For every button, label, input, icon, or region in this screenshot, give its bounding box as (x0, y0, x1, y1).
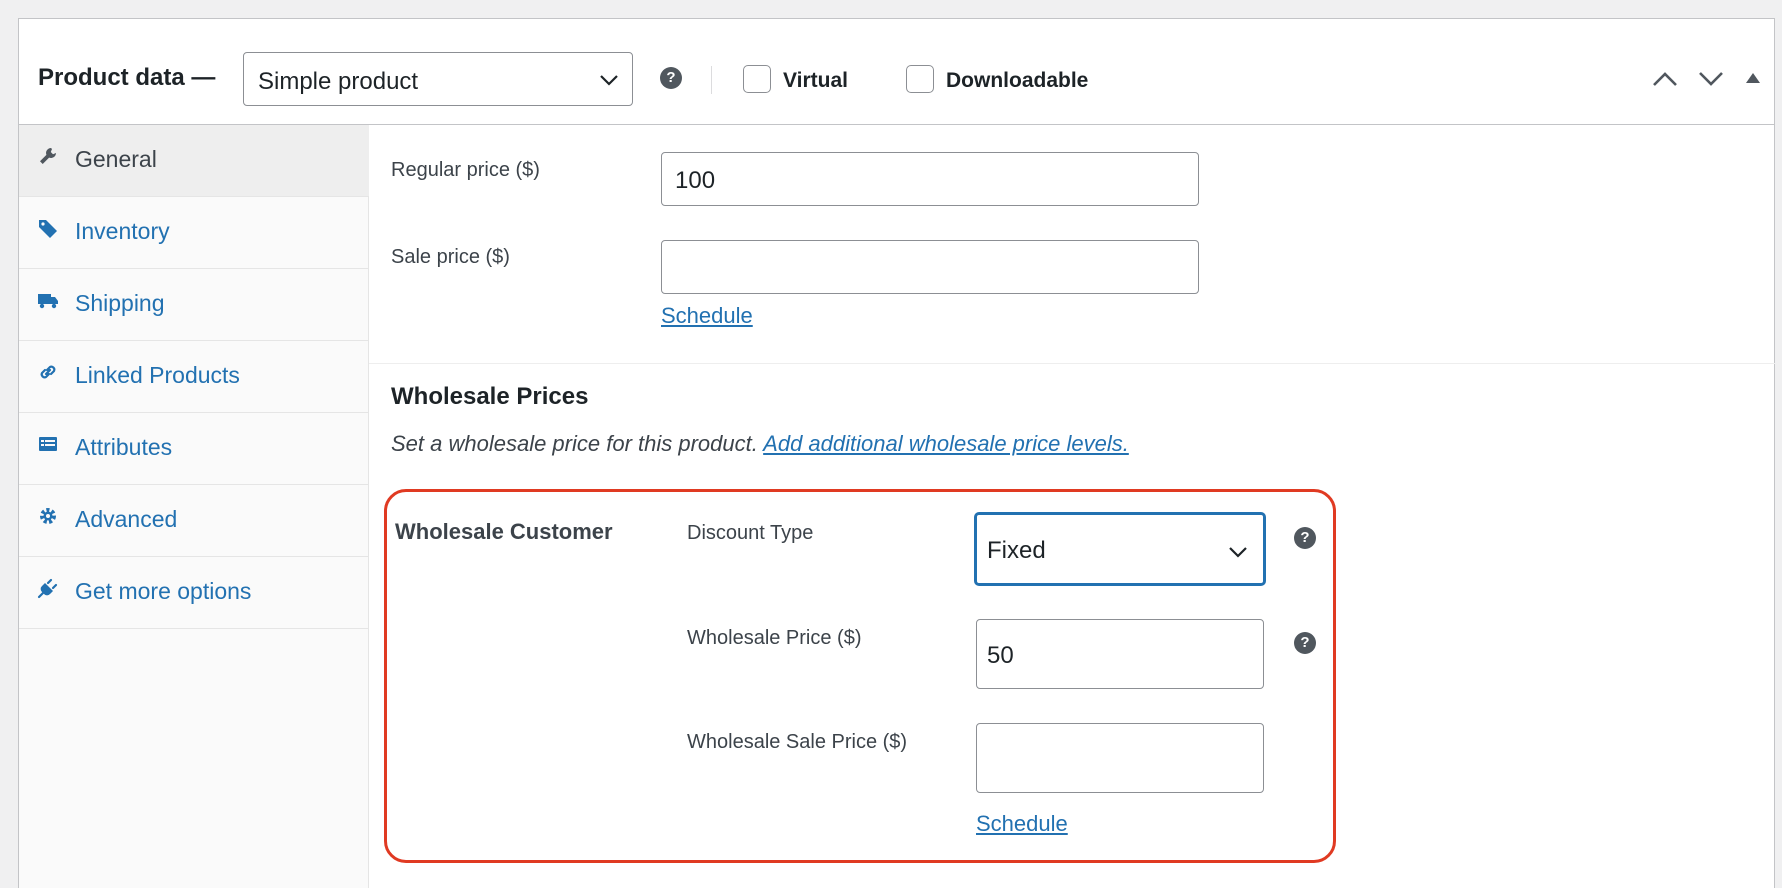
wholesale-sale-price-input[interactable] (976, 723, 1264, 793)
regular-price-label: Regular price ($) (391, 159, 540, 181)
wholesale-sale-price-label: Wholesale Sale Price ($) (687, 731, 908, 753)
gear-icon (40, 508, 56, 524)
downloadable-checkbox[interactable] (906, 65, 934, 93)
product-data-header: Product data — Simple product ? Virtual … (19, 19, 1774, 125)
sale-price-input[interactable] (661, 240, 1199, 294)
sale-price-label: Sale price ($) (391, 246, 510, 268)
collapse-toggle-icon[interactable] (1744, 71, 1762, 85)
tab-linked-products[interactable]: Linked Products (19, 341, 369, 413)
wholesale-price-help-icon[interactable]: ? (1294, 632, 1316, 654)
tab-general-label: General (75, 146, 157, 172)
virtual-checkbox[interactable] (743, 65, 771, 93)
move-down-icon[interactable] (1697, 69, 1725, 89)
virtual-label: Virtual (783, 69, 848, 92)
wrench-icon (40, 148, 56, 164)
tab-get-more-options[interactable]: Get more options (19, 557, 369, 629)
product-type-value: Simple product (258, 68, 419, 95)
wholesale-price-value: 50 (987, 642, 1014, 669)
product-data-tabs: General Inventory Shipping Linked Produc… (19, 125, 369, 888)
tab-inventory-label: Inventory (75, 218, 170, 244)
tag-icon (39, 220, 57, 238)
wholesale-customer-label: Wholesale Customer (395, 519, 613, 544)
tab-attributes[interactable]: Attributes (19, 413, 369, 485)
product-data-panel: Product data — Simple product ? Virtual … (18, 18, 1775, 888)
downloadable-label: Downloadable (946, 69, 1089, 92)
discount-type-label: Discount Type (687, 522, 814, 544)
tab-attributes-label: Attributes (75, 434, 173, 460)
move-up-icon[interactable] (1651, 69, 1679, 89)
discount-type-value: Fixed (987, 537, 1046, 564)
wholesale-prices-title: Wholesale Prices (391, 383, 589, 410)
tab-shipping[interactable]: Shipping (19, 269, 369, 341)
wholesale-description-text: Set a wholesale price for this product. (391, 431, 758, 456)
wholesale-description: Set a wholesale price for this product. … (391, 431, 1129, 457)
tab-advanced[interactable]: Advanced (19, 485, 369, 557)
general-tab-panel: Regular price ($) 100 Sale price ($) Sch… (369, 125, 1775, 888)
tab-shipping-label: Shipping (75, 290, 165, 316)
product-type-help-icon[interactable]: ? (660, 67, 682, 89)
tab-get-more-options-label: Get more options (75, 578, 252, 604)
list-icon (39, 437, 57, 451)
regular-price-value: 100 (675, 167, 716, 194)
product-type-select[interactable]: Simple product (243, 52, 633, 106)
truck-icon (38, 294, 58, 309)
discount-type-select[interactable]: Fixed (975, 513, 1265, 585)
wholesale-schedule-link[interactable]: Schedule (976, 811, 1068, 837)
chevron-down-icon (1229, 547, 1247, 558)
section-divider (369, 363, 1775, 364)
tab-linked-products-label: Linked Products (75, 362, 240, 388)
tab-inventory[interactable]: Inventory (19, 197, 369, 269)
tab-general[interactable]: General (19, 125, 369, 197)
tab-advanced-label: Advanced (75, 506, 178, 532)
chevron-down-icon (600, 75, 618, 86)
add-wholesale-levels-link[interactable]: Add additional wholesale price levels. (763, 431, 1129, 456)
regular-price-input[interactable]: 100 (661, 152, 1199, 206)
wholesale-price-label: Wholesale Price ($) (687, 627, 862, 649)
link-icon (40, 365, 56, 379)
sale-schedule-link[interactable]: Schedule (661, 303, 753, 329)
header-divider (711, 66, 712, 94)
plugin-icon (37, 578, 58, 599)
panel-title: Product data — (38, 64, 216, 91)
discount-type-help-icon[interactable]: ? (1294, 527, 1316, 549)
wholesale-price-input[interactable]: 50 (976, 619, 1264, 689)
